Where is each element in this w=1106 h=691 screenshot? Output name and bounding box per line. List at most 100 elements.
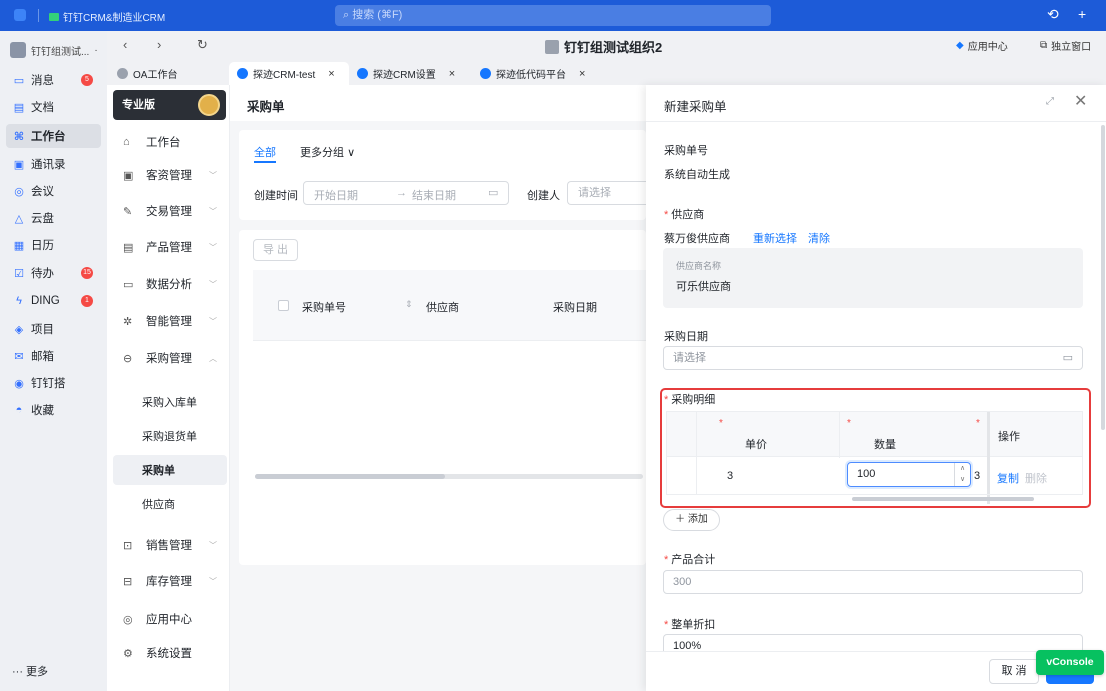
delete-link[interactable]: 删除 <box>1025 470 1047 486</box>
menu-label: 系统设置 <box>146 648 192 660</box>
window-title-text: 钉钉组测试组织2 <box>564 40 663 55</box>
purchase-icon: ⊖ <box>123 352 133 365</box>
meeting-icon: ◎ <box>14 185 24 198</box>
decrement-icon[interactable]: ∨ <box>955 474 970 485</box>
sidebar-item-workbench[interactable]: ⌘ 工作台 <box>6 124 101 148</box>
close-icon[interactable]: ✕ <box>1074 91 1087 111</box>
product-total-field[interactable]: 300 <box>663 570 1083 594</box>
app-center-link[interactable]: ◆ 应用中心 <box>956 38 1008 53</box>
mail-icon: ✉ <box>14 350 24 363</box>
refresh-icon[interactable]: ↻ <box>197 37 208 53</box>
add-row-button[interactable]: ＋ 添加 <box>663 509 720 531</box>
required-mark: * <box>664 394 669 406</box>
sidebar-more[interactable]: ··· 更多 <box>12 663 48 679</box>
close-icon[interactable]: × <box>328 68 334 80</box>
required-mark: * <box>664 619 669 631</box>
plus-icon[interactable]: + <box>1078 6 1086 22</box>
menu-products[interactable]: ▤ 产品管理 ﹀ <box>113 232 231 262</box>
smart-icon: ✲ <box>123 315 133 328</box>
org-name: 钉钉组测试... <box>31 46 90 58</box>
sidebar-item-builder[interactable]: ◉ 钉钉搭 <box>6 371 101 395</box>
purchase-date-picker[interactable]: 请选择 ▭ <box>663 346 1083 370</box>
quantity-input[interactable]: 100 ∧ ∨ <box>847 462 971 487</box>
column-header-order-no[interactable]: 采购单号 <box>302 299 346 315</box>
sidebar-item-label: 文档 <box>31 102 54 114</box>
product-total-label: * 产品合计 <box>664 551 715 567</box>
sidebar-item-calendar[interactable]: ▦ 日历 <box>6 233 101 257</box>
menu-smart[interactable]: ✲ 智能管理 ﹀ <box>113 306 231 336</box>
more-groups-label: 更多分组 <box>300 147 344 159</box>
chevron-down-icon: ﹀ <box>209 206 217 216</box>
app-title-text: 钉钉CRM&制造业CRM <box>63 13 166 24</box>
menu-app-center[interactable]: ◎ 应用中心 <box>113 604 231 634</box>
copy-link[interactable]: 复制 <box>997 470 1019 486</box>
horizontal-scrollbar[interactable] <box>255 474 643 479</box>
supplier-label-text: 供应商 <box>671 209 705 221</box>
chevron-down-icon: ﹀ <box>209 242 217 252</box>
cancel-button[interactable]: 取 消 <box>989 659 1039 684</box>
drawer-scrollbar[interactable] <box>1101 125 1105 430</box>
submenu-purchase-inbound[interactable]: 采购入库单 <box>113 387 227 417</box>
sidebar-item-contacts[interactable]: ▣ 通讯录 <box>6 152 101 176</box>
column-header-supplier[interactable]: 供应商 <box>426 299 459 315</box>
expand-icon[interactable]: ⤢ <box>1046 96 1054 107</box>
vconsole-button[interactable]: vConsole <box>1036 650 1104 675</box>
close-icon[interactable]: × <box>579 68 585 80</box>
page-title: 采购单 <box>247 100 285 114</box>
sidebar-item-ding[interactable]: ϟ DING 1 <box>6 289 101 313</box>
submenu-purchase-order[interactable]: 采购单 <box>113 455 227 485</box>
price-cell[interactable]: 3 <box>727 470 733 482</box>
menu-purchase[interactable]: ⊖ 采购管理 ︿ <box>113 343 231 373</box>
sidebar-item-meeting[interactable]: ◎ 会议 <box>6 179 101 203</box>
menu-inventory[interactable]: ⊟ 库存管理 ﹀ <box>113 566 231 596</box>
filter-tab-more[interactable]: 更多分组 ∨ <box>300 144 355 160</box>
submenu-supplier[interactable]: 供应商 <box>113 489 227 519</box>
date-range-picker[interactable]: 开始日期 → 结束日期 ▭ <box>303 181 509 205</box>
sort-icon[interactable]: ⇕ <box>405 299 413 310</box>
menu-analytics[interactable]: ▭ 数据分析 ﹀ <box>113 269 231 299</box>
end-date-placeholder: 结束日期 <box>412 190 456 202</box>
select-all-checkbox[interactable] <box>278 300 289 311</box>
clear-link[interactable]: 清除 <box>808 230 830 246</box>
filter-tab-all[interactable]: 全部 <box>254 144 276 160</box>
tab-crm-settings[interactable]: 探迹CRM设置 × <box>349 62 471 85</box>
back-icon[interactable]: ‹ <box>123 37 127 52</box>
forward-icon[interactable]: › <box>157 37 161 52</box>
submenu-purchase-return[interactable]: 采购退货单 <box>113 421 227 451</box>
reselect-link[interactable]: 重新选择 <box>753 230 797 246</box>
menu-sales[interactable]: ⊡ 销售管理 ﹀ <box>113 530 231 560</box>
sidebar-item-project[interactable]: ◈ 项目 <box>6 317 101 341</box>
column-header-date[interactable]: 采购日期 <box>553 299 597 315</box>
menu-workbench[interactable]: ⌂ 工作台 <box>113 127 231 157</box>
column-header-qty: 数量 <box>874 439 896 451</box>
history-icon[interactable]: ⟲ <box>1047 6 1059 23</box>
creator-placeholder: 请选择 <box>578 187 611 199</box>
global-search-input[interactable]: ⌕ 搜索 (⌘F) <box>335 5 771 26</box>
favorite-icon: ◓ <box>15 404 23 416</box>
quantity-stepper[interactable]: ∧ ∨ <box>954 463 970 486</box>
sidebar-item-docs[interactable]: ▤ 文档 <box>6 95 101 119</box>
sidebar-item-label: DING <box>31 295 60 307</box>
creator-select[interactable]: 请选择 <box>567 181 646 205</box>
tab-oa[interactable]: OA工作台 <box>109 62 227 85</box>
close-icon[interactable]: × <box>449 68 455 80</box>
calendar-icon: ▦ <box>13 239 25 252</box>
export-button[interactable]: 导 出 <box>253 239 298 261</box>
sidebar-item-label: 工作台 <box>31 131 66 143</box>
sidebar-item-cloud[interactable]: △ 云盘 <box>6 206 101 230</box>
menu-customers[interactable]: ▣ 客资管理 ﹀ <box>113 160 231 190</box>
sidebar-item-favorite[interactable]: ◓ 收藏 <box>6 398 101 422</box>
increment-icon[interactable]: ∧ <box>955 463 970 474</box>
sidebar-item-mail[interactable]: ✉ 邮箱 <box>6 344 101 368</box>
tab-lowcode[interactable]: 探迹低代码平台 × <box>472 62 596 85</box>
sidebar-item-messages[interactable]: ▭ 消息 5 <box>6 68 101 92</box>
menu-deals[interactable]: ✎ 交易管理 ﹀ <box>113 196 231 226</box>
scrollbar-thumb[interactable] <box>255 474 445 479</box>
tab-crm-test[interactable]: 探迹CRM-test × <box>229 62 349 85</box>
menu-settings[interactable]: ⚙ 系统设置 <box>113 638 231 668</box>
sidebar-item-todo[interactable]: ☑ 待办 15 <box>6 261 101 285</box>
standalone-window-link[interactable]: ⧉ 独立窗口 <box>1040 38 1091 53</box>
org-switcher[interactable]: 钉钉组测试... · <box>10 42 98 58</box>
workbench-icon: ⌘ <box>13 130 25 143</box>
detail-scrollbar[interactable] <box>852 497 1034 501</box>
